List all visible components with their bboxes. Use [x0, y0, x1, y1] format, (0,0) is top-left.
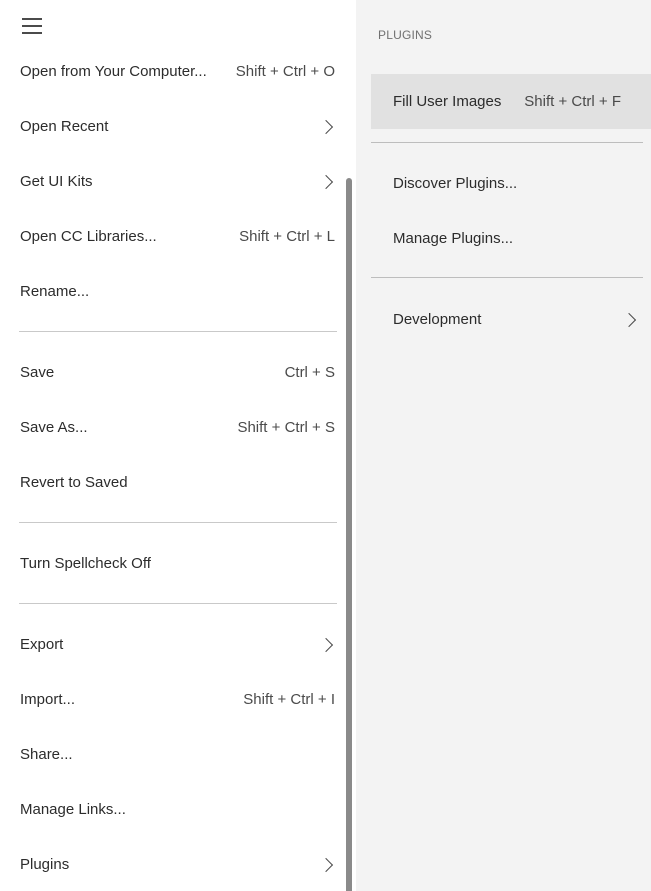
menu-separator [19, 522, 337, 523]
menu-item-shortcut: Ctrl + S [284, 364, 335, 381]
plugins-submenu: PLUGINS Fill User Images Shift + Ctrl + … [356, 0, 651, 891]
menu-item-label: Export [20, 636, 64, 653]
menu-item-label: Get UI Kits [20, 173, 93, 190]
chevron-right-icon [318, 857, 334, 872]
menu-item-label: Save As... [20, 419, 88, 436]
menu-item-rename[interactable]: Rename... [0, 264, 356, 319]
menu-separator [371, 277, 643, 278]
menu-item-label: Save [20, 364, 55, 381]
menu-item-label: Turn Spellcheck Off [20, 555, 151, 572]
menu-item-open-from-computer[interactable]: Open from Your Computer... Shift + Ctrl … [0, 44, 356, 99]
submenu-item-fill-user-images[interactable]: Fill User Images Shift + Ctrl + F [371, 74, 651, 129]
menu-item-label: Rename... [20, 283, 90, 300]
hamburger-menu-icon[interactable] [22, 18, 42, 34]
menu-separator [371, 142, 643, 143]
menu-item-label: Open from Your Computer... [20, 63, 207, 80]
menu-item-shortcut: Shift + Ctrl + F [524, 93, 621, 110]
submenu-header: PLUGINS [378, 28, 433, 42]
main-menu: Open from Your Computer... Shift + Ctrl … [0, 0, 356, 891]
menu-item-export[interactable]: Export [0, 617, 356, 672]
menu-item-label: Open Recent [20, 118, 109, 135]
menu-item-shortcut: Shift + Ctrl + S [237, 419, 335, 436]
submenu-item-manage-plugins[interactable]: Manage Plugins... [371, 211, 651, 266]
submenu-item-development[interactable]: Development [371, 292, 651, 347]
chevron-right-icon [318, 119, 334, 134]
menu-item-label: Plugins [20, 856, 70, 873]
menu-separator [19, 331, 337, 332]
menu-item-shortcut: Shift + Ctrl + I [243, 691, 335, 708]
chevron-right-icon [318, 174, 334, 189]
menu-item-label: Fill User Images [393, 93, 502, 110]
menu-item-get-ui-kits[interactable]: Get UI Kits [0, 154, 356, 209]
menu-item-shortcut: Shift + Ctrl + O [235, 63, 335, 80]
menu-item-save-as[interactable]: Save As... Shift + Ctrl + S [0, 400, 356, 455]
menu-item-label: Import... [20, 691, 76, 708]
menu-item-shortcut: Shift + Ctrl + L [239, 228, 335, 245]
menu-item-open-cc-libraries[interactable]: Open CC Libraries... Shift + Ctrl + L [0, 209, 356, 264]
menu-item-open-recent[interactable]: Open Recent [0, 99, 356, 154]
chevron-right-icon [318, 637, 334, 652]
menu-item-label: Manage Links... [20, 801, 126, 818]
menu-item-label: Share... [20, 746, 73, 763]
menu-item-turn-spellcheck-off[interactable]: Turn Spellcheck Off [0, 536, 356, 591]
menu-item-revert-to-saved[interactable]: Revert to Saved [0, 455, 356, 510]
menu-item-save[interactable]: Save Ctrl + S [0, 345, 356, 400]
submenu-item-discover-plugins[interactable]: Discover Plugins... [371, 156, 651, 211]
menu-scrollbar[interactable] [346, 178, 352, 891]
menu-item-label: Manage Plugins... [393, 230, 514, 247]
menu-item-plugins[interactable]: Plugins [0, 837, 356, 891]
menu-separator [19, 603, 337, 604]
menu-item-label: Discover Plugins... [393, 175, 518, 192]
menu-item-label: Open CC Libraries... [20, 228, 157, 245]
menu-item-share[interactable]: Share... [0, 727, 356, 782]
chevron-right-icon [621, 312, 637, 327]
menu-item-label: Development [393, 311, 482, 328]
menu-item-import[interactable]: Import... Shift + Ctrl + I [0, 672, 356, 727]
menu-item-manage-links[interactable]: Manage Links... [0, 782, 356, 837]
menu-item-label: Revert to Saved [20, 474, 128, 491]
